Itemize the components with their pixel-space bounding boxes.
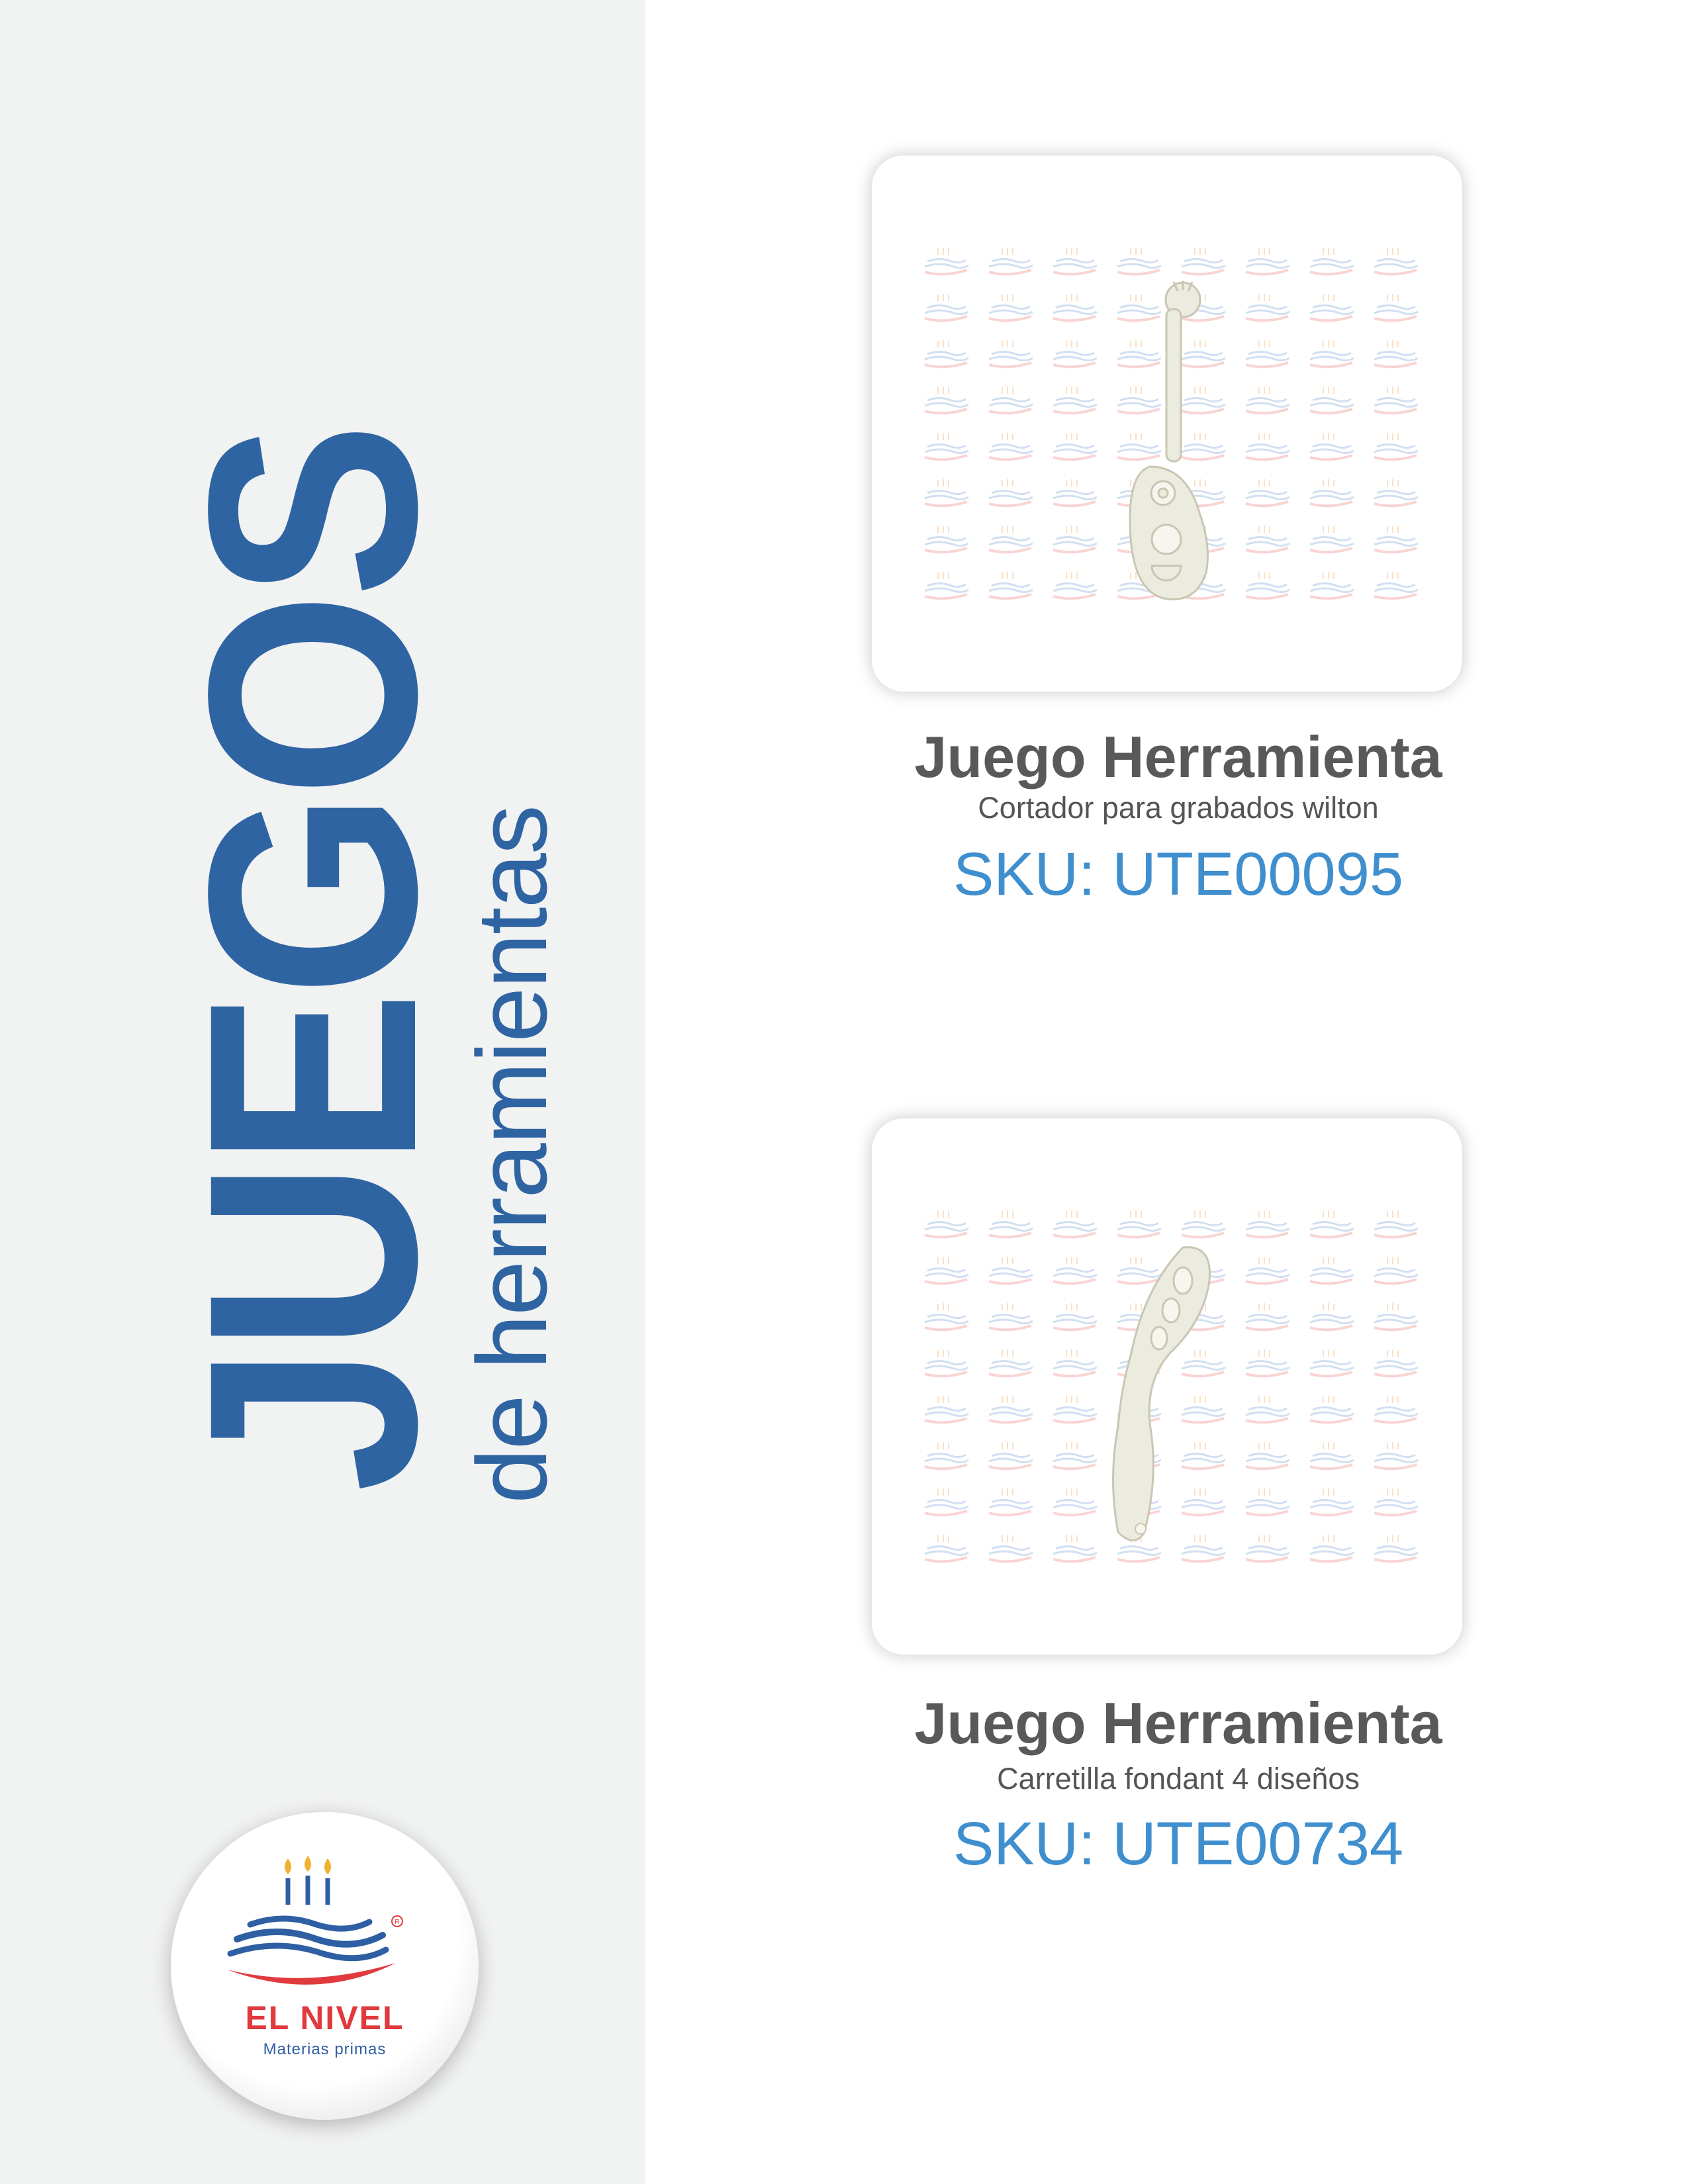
product-title: Juego Herramienta [914,1690,1442,1756]
fondant-wheel-tool-image [1112,1246,1211,1541]
cutter-tool-image [1129,281,1209,601]
product-sku: SKU: UTE00734 [953,1810,1404,1878]
svg-text:R: R [395,1919,399,1926]
logo-tagline: Materias primas [263,2040,387,2058]
catalog-subtitle: de herramientas [456,806,567,1504]
product-description: Carretilla fondant 4 diseños [997,1762,1360,1796]
product-image-card [872,156,1462,692]
product-image-card [872,1118,1462,1655]
brand-logo: R EL NIVEL Materias primas [171,1812,479,2120]
product-title: Juego Herramienta [914,724,1442,790]
product-sku: SKU: UTE00095 [953,841,1404,908]
birthday-cake-icon: R [227,1856,403,1985]
product-description: Cortador para grabados wilton [978,791,1379,825]
catalog-title: JUEGOS [146,428,478,1492]
logo-name: EL NIVEL [245,1999,404,2036]
